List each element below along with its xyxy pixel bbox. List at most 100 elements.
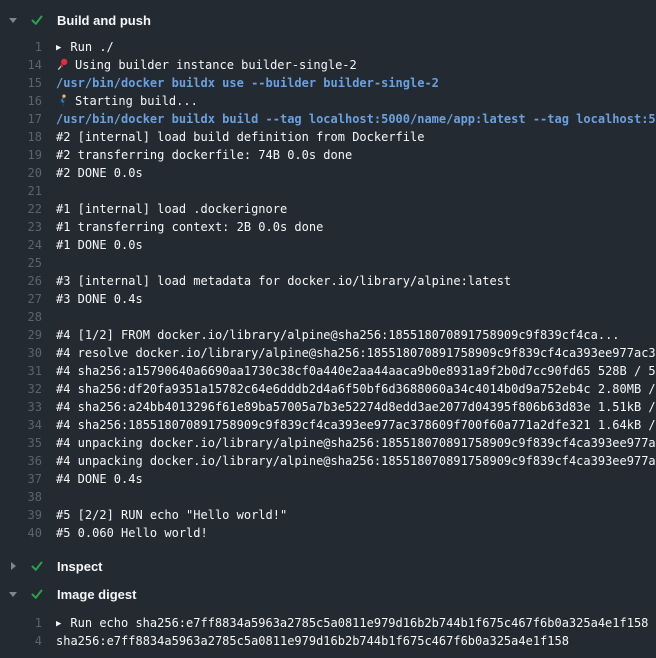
log-command-text: /usr/bin/docker buildx build --tag local… xyxy=(56,110,656,128)
check-icon xyxy=(30,587,44,601)
step-header-inspect[interactable]: Inspect xyxy=(0,552,656,580)
line-number[interactable]: 17 xyxy=(0,110,42,128)
log-line: 34#4 sha256:185518070891758909c9f839cf4c… xyxy=(0,416,656,434)
log-text: #4 sha256:df20fa9351a15782c64e6dddb2d4a6… xyxy=(56,380,656,398)
log-text: #2 transferring dockerfile: 74B 0.0s don… xyxy=(56,146,656,164)
log-text: #4 unpacking docker.io/library/alpine@sh… xyxy=(56,434,656,452)
log-line: 17/usr/bin/docker buildx build --tag loc… xyxy=(0,110,656,128)
step-section-inspect: Inspect xyxy=(0,552,656,580)
log-line: 21 xyxy=(0,182,656,200)
line-number[interactable]: 19 xyxy=(0,146,42,164)
log-text: #4 sha256:a24bb4013296f61e89ba57005a7b3e… xyxy=(56,398,656,416)
log-text xyxy=(56,308,656,326)
line-number[interactable]: 34 xyxy=(0,416,42,434)
expand-group-icon[interactable]: ▶ xyxy=(56,39,61,56)
line-number[interactable]: 32 xyxy=(0,380,42,398)
line-number[interactable]: 29 xyxy=(0,326,42,344)
line-number[interactable]: 24 xyxy=(0,236,42,254)
log-text: #3 DONE 0.4s xyxy=(56,290,656,308)
log-line: 14Using builder instance builder-single-… xyxy=(0,56,656,74)
line-number[interactable]: 33 xyxy=(0,398,42,416)
chevron-shape xyxy=(9,592,17,597)
log-text: #4 sha256:a15790640a6690aa1730c38cf0a440… xyxy=(56,362,656,380)
chevron-shape xyxy=(9,18,17,23)
line-number[interactable]: 39 xyxy=(0,506,42,524)
line-number[interactable]: 14 xyxy=(0,56,42,74)
log-text: #2 [internal] load build definition from… xyxy=(56,128,656,146)
line-number[interactable]: 31 xyxy=(0,362,42,380)
line-number[interactable]: 40 xyxy=(0,524,42,542)
log-text: Starting build... xyxy=(56,92,656,110)
log-line: 23 #1 transferring context: 2B 0.0s done xyxy=(0,218,656,236)
log-line: 37 #4 DONE 0.4s xyxy=(0,470,656,488)
line-number[interactable]: 27 xyxy=(0,290,42,308)
chevron-down-icon[interactable] xyxy=(8,592,18,597)
log-text: #4 resolve docker.io/library/alpine@sha2… xyxy=(56,344,656,362)
step-header-build-and-push[interactable]: Build and push xyxy=(0,6,656,34)
log-line: 22 #1 [internal] load .dockerignore xyxy=(0,200,656,218)
check-icon xyxy=(30,559,44,573)
line-number[interactable]: 16 xyxy=(0,92,42,110)
log-text xyxy=(56,488,656,506)
chevron-down-icon[interactable] xyxy=(8,18,18,23)
line-number[interactable]: 36 xyxy=(0,452,42,470)
log-line: 40 #5 0.060 Hello world! xyxy=(0,524,656,542)
line-number[interactable]: 18 xyxy=(0,128,42,146)
log-text: #2 DONE 0.0s xyxy=(56,164,656,182)
log-line: 36 #4 unpacking docker.io/library/alpine@… xyxy=(0,452,656,470)
log-command-text: /usr/bin/docker buildx use --builder bui… xyxy=(56,74,656,92)
line-number[interactable]: 23 xyxy=(0,218,42,236)
log-line: 20 #2 DONE 0.0s xyxy=(0,164,656,182)
log-block-build-and-push: 1 ▶Run ./14Using builder instance builder… xyxy=(0,34,656,552)
log-text: #3 [internal] load metadata for docker.i… xyxy=(56,272,656,290)
log-text: #4 DONE 0.4s xyxy=(56,470,656,488)
log-line: 15/usr/bin/docker buildx use --builder b… xyxy=(0,74,656,92)
log-line: 25 xyxy=(0,254,656,272)
step-title: Image digest xyxy=(57,587,136,602)
log-text: ▶Run echo sha256:e7ff8834a5963a2785c5a08… xyxy=(56,614,656,632)
log-text: #1 DONE 0.0s xyxy=(56,236,656,254)
check-icon xyxy=(30,13,44,27)
log-text: sha256:e7ff8834a5963a2785c5a0811e979d16b… xyxy=(56,632,656,650)
line-number[interactable]: 35 xyxy=(0,434,42,452)
log-line: 33 #4 sha256:a24bb4013296f61e89ba57005a7b… xyxy=(0,398,656,416)
line-number[interactable]: 28 xyxy=(0,308,42,326)
step-title: Build and push xyxy=(57,13,151,28)
log-text: ▶Run ./ xyxy=(56,38,656,56)
log-text xyxy=(56,254,656,272)
log-line: 29#4 [1/2] FROM docker.io/library/alpine… xyxy=(0,326,656,344)
log-line: 32 #4 sha256:df20fa9351a15782c64e6dddb2d4… xyxy=(0,380,656,398)
log-text: #1 [internal] load .dockerignore xyxy=(56,200,656,218)
line-number[interactable]: 1 xyxy=(0,38,42,56)
log-text: #1 transferring context: 2B 0.0s done xyxy=(56,218,656,236)
line-number[interactable]: 20 xyxy=(0,164,42,182)
log-line: 16 Starting build... xyxy=(0,92,656,110)
line-number[interactable]: 1 xyxy=(0,614,42,632)
log-line: 27 #3 DONE 0.4s xyxy=(0,290,656,308)
line-number[interactable]: 30 xyxy=(0,344,42,362)
chevron-right-icon[interactable] xyxy=(8,562,18,570)
step-title: Inspect xyxy=(57,559,103,574)
log-line: 26 #3 [internal] load metadata for docker… xyxy=(0,272,656,290)
line-number[interactable]: 26 xyxy=(0,272,42,290)
log-text: #4 unpacking docker.io/library/alpine@sh… xyxy=(56,452,656,470)
log-block-image-digest: 1 ▶Run echo sha256:e7ff8834a5963a2785c5a0… xyxy=(0,608,656,656)
line-number[interactable]: 37 xyxy=(0,470,42,488)
pushpin-icon xyxy=(56,58,69,71)
log-line: 30 #4 resolve docker.io/library/alpine@sh… xyxy=(0,344,656,362)
log-text: #5 0.060 Hello world! xyxy=(56,524,656,542)
log-sections: Build and push 1 ▶Run ./14Using builder in… xyxy=(0,6,656,656)
step-header-image-digest[interactable]: Image digest xyxy=(0,580,656,608)
line-number[interactable]: 38 xyxy=(0,488,42,506)
line-number[interactable]: 25 xyxy=(0,254,42,272)
line-number[interactable]: 15 xyxy=(0,74,42,92)
step-section-build-and-push: Build and push 1 ▶Run ./14Using builder in… xyxy=(0,6,656,552)
line-number[interactable]: 21 xyxy=(0,182,42,200)
runner-icon xyxy=(56,94,69,107)
line-number[interactable]: 22 xyxy=(0,200,42,218)
log-line: 35 #4 unpacking docker.io/library/alpine@… xyxy=(0,434,656,452)
log-line: 24 #1 DONE 0.0s xyxy=(0,236,656,254)
log-line: 31 #4 sha256:a15790640a6690aa1730c38cf0a4… xyxy=(0,362,656,380)
expand-group-icon[interactable]: ▶ xyxy=(56,615,61,632)
line-number[interactable]: 4 xyxy=(0,632,42,650)
